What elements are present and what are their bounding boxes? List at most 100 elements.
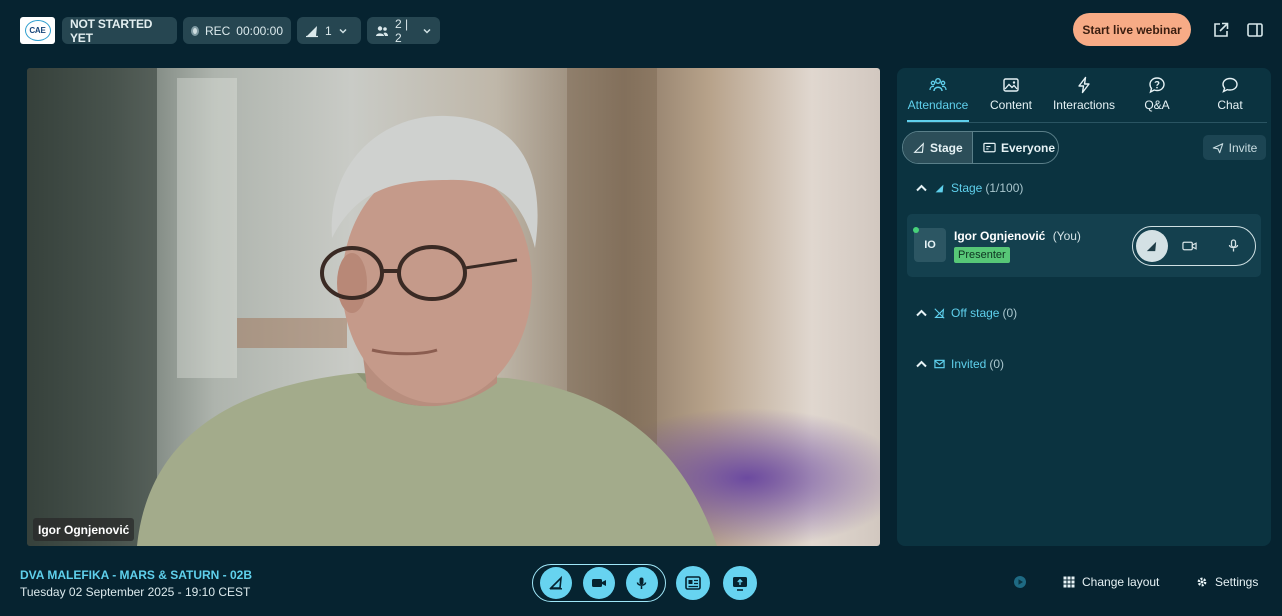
section-label: Invited <box>951 357 987 371</box>
chevron-down-icon <box>338 26 348 36</box>
tabs-divider <box>907 122 1267 123</box>
popout-icon[interactable] <box>1212 21 1230 39</box>
role-badge: Presenter <box>954 247 1010 263</box>
tab-label: Interactions <box>1052 98 1116 112</box>
play-icon[interactable] <box>1013 575 1027 589</box>
slides-icon <box>685 576 701 590</box>
change-layout-label: Change layout <box>1082 575 1160 589</box>
off-stage-icon <box>934 307 945 319</box>
section-count: (0) <box>989 357 1005 371</box>
webinar-status-badge: NOT STARTED YET <box>62 16 177 45</box>
section-label: Off stage <box>951 306 1000 320</box>
lightning-icon <box>1075 76 1093 94</box>
camera-button[interactable] <box>582 567 615 599</box>
stage-icon <box>1145 240 1158 253</box>
share-screen-button[interactable] <box>723 566 757 600</box>
settings-button[interactable]: Settings <box>1196 575 1258 589</box>
envelope-icon <box>934 359 945 369</box>
logo-text: CAE <box>24 20 51 41</box>
filter-stage-label: Stage <box>930 140 963 155</box>
invite-button[interactable]: Invite <box>1203 135 1266 160</box>
section-label: Stage <box>951 181 983 195</box>
media-controls <box>532 564 666 602</box>
record-icon <box>191 25 199 36</box>
event-date: Tuesday 02 September 2025 - 19:10 CEST <box>20 585 251 599</box>
camera-icon <box>1182 240 1197 252</box>
microphone-icon <box>636 576 647 591</box>
tab-chat[interactable]: Chat <box>1211 76 1249 124</box>
stage-count-dropdown[interactable]: 1 <box>297 17 361 44</box>
chevron-up-icon <box>915 183 928 193</box>
microphone-icon <box>1228 239 1239 253</box>
panel-toggle-icon[interactable] <box>1246 21 1264 39</box>
stage-icon <box>305 24 319 38</box>
present-slides-button[interactable] <box>676 566 710 600</box>
section-count: (1/100) <box>985 181 1024 195</box>
panel-tabs: Attendance Content Interactions Q&A Chat <box>897 76 1271 124</box>
stage-icon <box>934 183 945 194</box>
rec-label: REC <box>204 23 231 38</box>
camera-toggle-button[interactable] <box>1168 240 1212 252</box>
company-logo: CAE <box>20 17 55 44</box>
chat-icon <box>1221 76 1239 94</box>
attendance-filter: Stage Everyone <box>902 131 1059 164</box>
tab-label: Attendance <box>907 98 969 112</box>
tab-interactions[interactable]: Interactions <box>1050 76 1118 124</box>
participant-row[interactable]: IO Igor Ognjenović (You) Presenter <box>907 214 1261 277</box>
participant-name: Igor Ognjenović (You) <box>954 229 1081 243</box>
image-icon <box>1002 76 1020 94</box>
filter-stage-button[interactable]: Stage <box>903 132 973 163</box>
users-icon <box>375 24 389 38</box>
tab-qa[interactable]: Q&A <box>1137 76 1177 124</box>
online-status-dot <box>913 227 919 233</box>
event-title: DVA MALEFIKA - MARS & SATURN - 02B <box>20 568 252 582</box>
rec-time: 00:00:00 <box>236 23 283 38</box>
filter-everyone-label: Everyone <box>1001 140 1056 155</box>
chevron-down-icon <box>422 26 432 36</box>
screen-icon <box>983 142 996 154</box>
section-stage-header[interactable]: Stage (1/100) <box>915 181 1023 195</box>
change-layout-button[interactable]: Change layout <box>1063 575 1159 589</box>
stage-count: 1 <box>325 23 332 38</box>
webcam-image <box>27 68 717 546</box>
tab-attendance[interactable]: Attendance <box>907 76 969 124</box>
filter-everyone-button[interactable]: Everyone <box>973 132 1058 163</box>
tab-label: Content <box>989 98 1033 112</box>
start-webinar-button[interactable]: Start live webinar <box>1073 13 1191 46</box>
top-bar: CAE NOT STARTED YET REC 00:00:00 1 2 | 2… <box>0 0 1282 62</box>
tab-content[interactable]: Content <box>983 76 1039 124</box>
you-label: (You) <box>1052 229 1081 243</box>
users-count: 2 | 2 <box>395 16 409 45</box>
tab-label: Q&A <box>1144 98 1170 112</box>
participant-name-tag: Igor Ognjenović <box>33 518 135 541</box>
avatar: IO <box>914 228 946 262</box>
stage-icon <box>913 141 925 154</box>
send-icon <box>1212 142 1224 154</box>
participants-dropdown[interactable]: 2 | 2 <box>367 16 440 45</box>
attendance-icon <box>929 76 947 94</box>
video-feed[interactable] <box>27 68 880 546</box>
section-invited-header[interactable]: Invited (0) <box>915 357 1004 371</box>
grid-icon <box>1063 576 1075 588</box>
section-off-stage-header[interactable]: Off stage (0) <box>915 306 1017 320</box>
stage-toggle-button[interactable] <box>1136 230 1168 262</box>
section-count: (0) <box>1002 306 1018 320</box>
settings-label: Settings <box>1215 575 1259 589</box>
invite-label: Invite <box>1228 140 1258 155</box>
side-panel: Attendance Content Interactions Q&A Chat <box>897 68 1271 546</box>
gear-icon <box>1196 576 1208 588</box>
status-text: NOT STARTED YET <box>70 16 153 45</box>
screen-share-icon <box>732 576 748 591</box>
stage-button[interactable] <box>540 567 573 599</box>
participant-controls <box>1132 226 1256 266</box>
recording-button[interactable]: REC 00:00:00 <box>183 17 291 44</box>
chevron-up-icon <box>915 308 928 318</box>
chevron-up-icon <box>915 359 928 369</box>
mic-toggle-button[interactable] <box>1211 239 1255 253</box>
participant-name-text: Igor Ognjenović <box>954 229 1046 243</box>
microphone-button[interactable] <box>625 567 658 599</box>
tab-label: Chat <box>1217 98 1243 112</box>
question-icon <box>1148 76 1166 94</box>
stage-icon <box>549 576 563 590</box>
camera-icon <box>591 577 607 589</box>
